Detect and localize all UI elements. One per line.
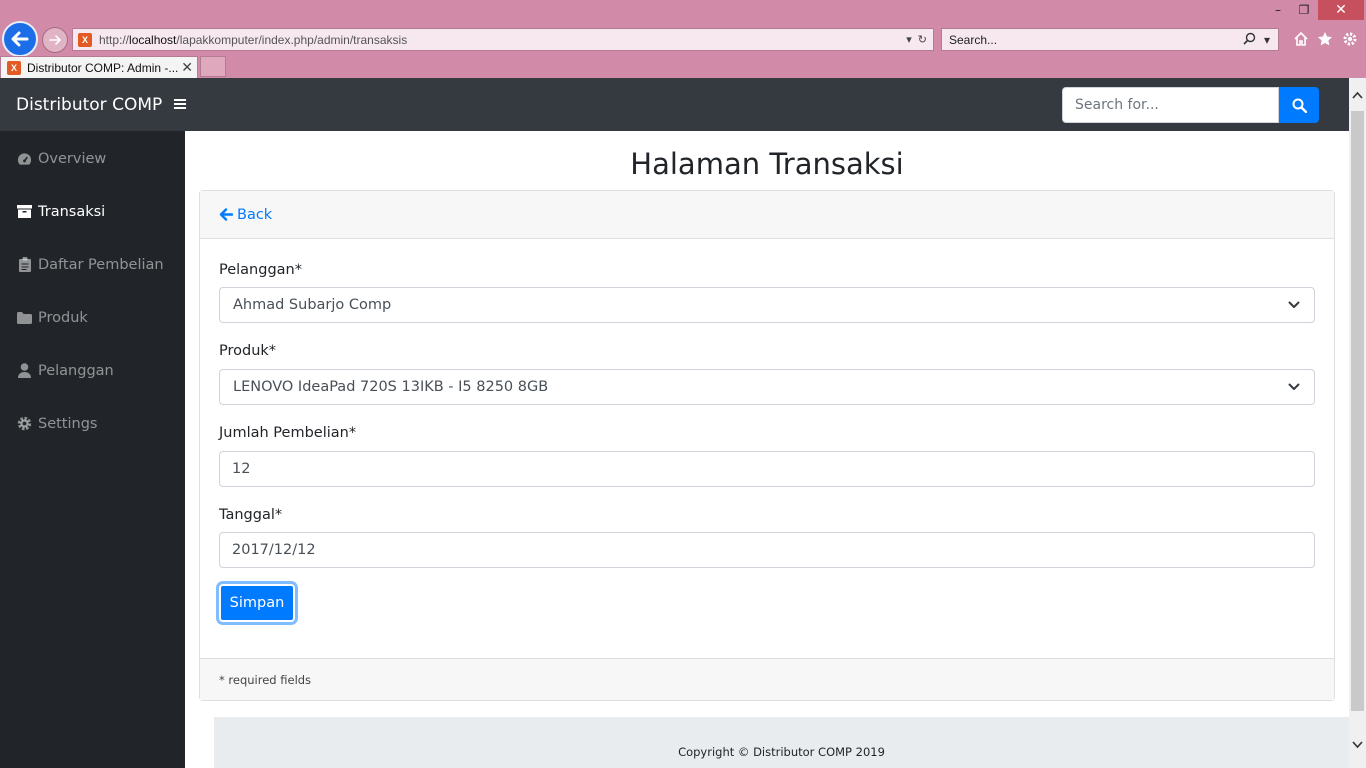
user-icon	[17, 363, 32, 378]
refresh-icon[interactable]: ↻	[918, 33, 927, 46]
arrow-left-icon	[11, 31, 29, 47]
main-content: Halaman Transaksi Back Pelanggan* Ahmad …	[185, 131, 1349, 768]
pelanggan-label: Pelanggan*	[219, 262, 302, 278]
sidebar-item-pelanggan[interactable]: Pelanggan	[0, 344, 185, 397]
chevron-down-icon	[1288, 301, 1300, 308]
copyright-text: Copyright © Distributor COMP 2019	[678, 745, 885, 759]
sidebar-item-label: Settings	[38, 415, 98, 432]
sidebar-item-label: Produk	[38, 309, 88, 326]
address-dropdown-icon[interactable]: ▾	[906, 33, 912, 46]
url-path: /lapakkomputer/index.php/admin/transaksi…	[176, 32, 408, 47]
url-prefix: http://	[99, 32, 130, 47]
gear-icon[interactable]	[1340, 29, 1360, 49]
search-icon	[1292, 98, 1307, 113]
top-navbar: Distributor COMP Search for...	[0, 78, 1349, 131]
new-tab-button[interactable]	[200, 56, 226, 77]
tachometer-icon	[17, 151, 32, 166]
back-link[interactable]: Back	[219, 207, 272, 223]
browser-back-button[interactable]	[2, 21, 38, 57]
sidebar-item-label: Pelanggan	[38, 362, 114, 379]
browser-chrome: – ❐ ✕ X http://localhost/lapakkomputer/i…	[0, 0, 1366, 78]
tanggal-input[interactable]: 2017/12/12	[219, 532, 1315, 568]
nav-search-input[interactable]: Search for...	[1062, 87, 1279, 123]
produk-select[interactable]: LENOVO IdeaPad 720S 13IKB - I5 8250 8GB	[219, 369, 1315, 405]
scroll-down-icon[interactable]	[1349, 736, 1366, 753]
scroll-up-icon[interactable]	[1349, 86, 1366, 103]
window-minimize-button[interactable]: –	[1266, 0, 1290, 20]
simpan-button[interactable]: Simpan	[219, 584, 295, 622]
browser-tab-active[interactable]: X Distributor COMP: Admin -... ✕	[0, 56, 198, 78]
star-icon[interactable]	[1315, 29, 1335, 49]
tab-favicon-icon: X	[7, 60, 21, 75]
address-bar[interactable]: X http://localhost/lapakkomputer/index.p…	[72, 28, 934, 51]
web-page: Distributor COMP Search for... Overview …	[0, 78, 1366, 768]
jumlah-label: Jumlah Pembelian*	[219, 425, 357, 441]
brand-title[interactable]: Distributor COMP	[16, 95, 162, 115]
window-maximize-button[interactable]: ❐	[1292, 0, 1316, 20]
card-header: Back	[200, 191, 1334, 239]
browser-search-placeholder: Search...	[949, 32, 998, 47]
sidebar-item-label: Daftar Pembelian	[38, 256, 164, 273]
sidebar-item-transaksi[interactable]: Transaksi	[0, 185, 185, 238]
sidebar: Overview Transaksi Daftar Pembelian Prod…	[0, 131, 185, 768]
card-footer: * required fields	[200, 658, 1334, 700]
pelanggan-value: Ahmad Subarjo Comp	[233, 297, 392, 313]
menu-toggle-icon[interactable]	[174, 95, 187, 115]
sidebar-item-produk[interactable]: Produk	[0, 291, 185, 344]
window-close-button[interactable]: ✕	[1318, 0, 1364, 20]
jumlah-input[interactable]: 12	[219, 451, 1315, 487]
folder-icon	[17, 310, 32, 325]
page-scrollbar[interactable]	[1349, 78, 1366, 768]
chevron-down-icon	[1288, 383, 1300, 390]
archive-icon	[17, 204, 32, 219]
sidebar-item-label: Transaksi	[38, 203, 106, 220]
transaction-form-card: Back Pelanggan* Ahmad Subarjo Comp Produ…	[199, 190, 1335, 701]
page-footer: Copyright © Distributor COMP 2019	[214, 717, 1349, 768]
tab-close-icon[interactable]: ✕	[181, 60, 193, 76]
sidebar-item-label: Overview	[38, 150, 107, 167]
browser-forward-button[interactable]	[42, 27, 68, 53]
arrow-right-icon	[49, 35, 62, 45]
url-text[interactable]: http://localhost/lapakkomputer/index.php…	[99, 33, 906, 47]
produk-value: LENOVO IdeaPad 720S 13IKB - I5 8250 8GB	[233, 379, 549, 395]
tanggal-label: Tanggal*	[219, 507, 283, 523]
nav-search-button[interactable]	[1279, 87, 1319, 123]
url-host: localhost	[129, 32, 177, 47]
search-icon[interactable]	[1243, 32, 1256, 48]
sidebar-item-daftar-pembelian[interactable]: Daftar Pembelian	[0, 238, 185, 291]
cog-icon	[17, 416, 32, 431]
pelanggan-select[interactable]: Ahmad Subarjo Comp	[219, 287, 1315, 323]
nav-search-group: Search for...	[1062, 87, 1319, 123]
produk-label: Produk*	[219, 343, 277, 359]
page-title: Halaman Transaksi	[630, 147, 904, 181]
sidebar-item-settings[interactable]: Settings	[0, 397, 185, 450]
search-dropdown-icon[interactable]: ▾	[1264, 33, 1270, 47]
scrollbar-thumb[interactable]	[1351, 111, 1364, 711]
arrow-left-icon	[219, 208, 233, 221]
back-label: Back	[237, 206, 273, 223]
site-favicon-icon: X	[78, 32, 92, 47]
home-icon[interactable]	[1291, 29, 1311, 49]
sidebar-item-overview[interactable]: Overview	[0, 132, 185, 185]
browser-search-box[interactable]: Search... ▾	[941, 28, 1279, 51]
clipboard-icon	[17, 257, 32, 272]
tab-title: Distributor COMP: Admin -...	[27, 60, 179, 75]
